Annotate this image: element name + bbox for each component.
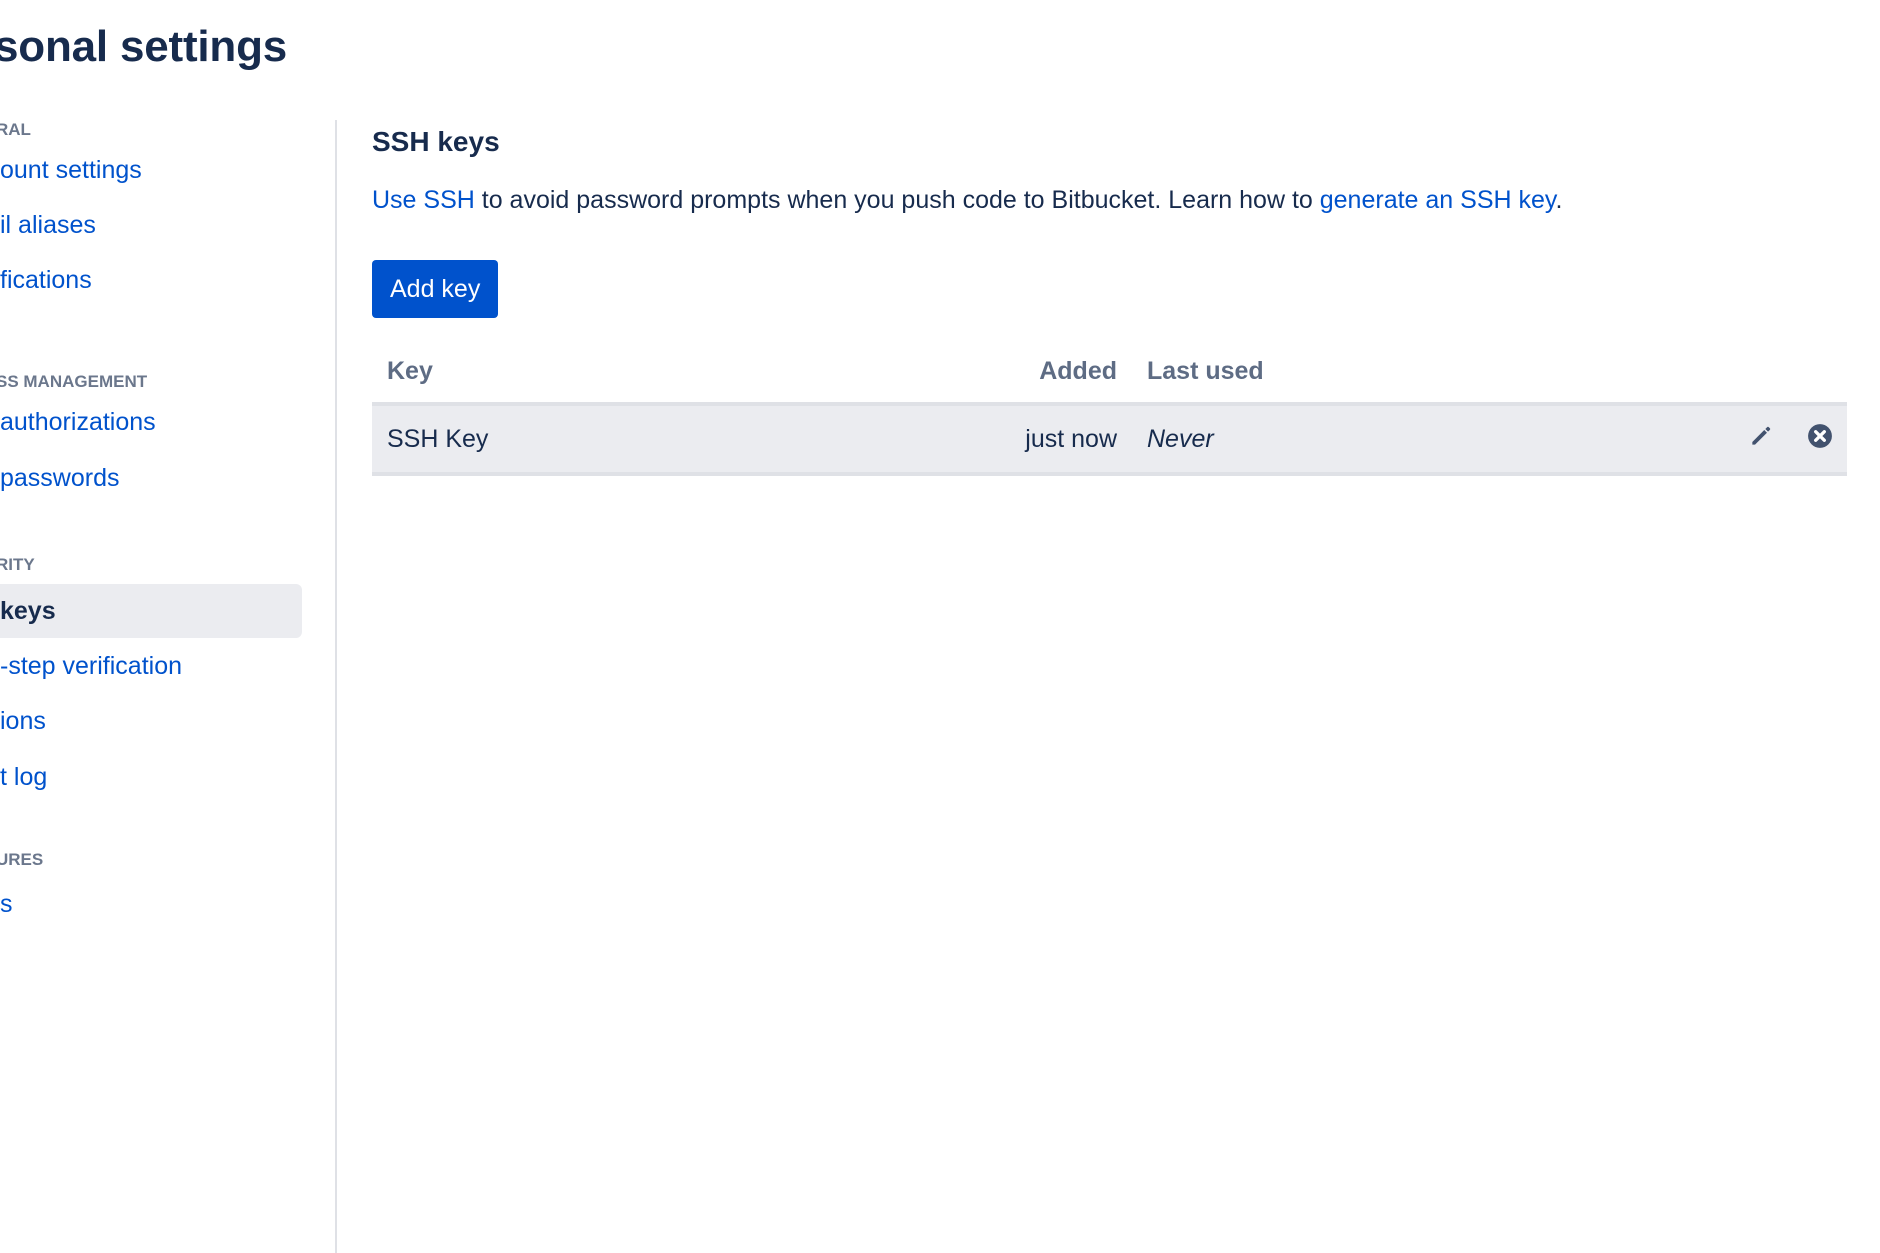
row-actions <box>1497 404 1847 476</box>
sidebar-item-notifications[interactable]: fications <box>0 253 302 307</box>
key-last-used: Never <box>1132 404 1498 476</box>
sidebar: RAL ount settings il aliases fications S… <box>0 120 337 1253</box>
sidebar-item-audit-log[interactable]: t log <box>0 750 302 804</box>
sidebar-item-oauth-authorizations[interactable]: authorizations <box>0 395 302 449</box>
use-ssh-link[interactable]: Use SSH <box>372 186 475 214</box>
sidebar-item-email-aliases[interactable]: il aliases <box>0 198 302 252</box>
key-added: just now <box>1002 404 1132 476</box>
sidebar-item-two-step-verification[interactable]: -step verification <box>0 639 302 693</box>
sidebar-item-ssh-keys[interactable]: keys <box>0 584 302 638</box>
remove-icon[interactable] <box>1807 423 1833 456</box>
column-header-last-used: Last used <box>1132 340 1498 406</box>
sidebar-section-security: RITY <box>0 555 35 574</box>
description-period: . <box>1555 186 1563 214</box>
sidebar-section-features: URES <box>0 850 44 869</box>
sidebar-section-access-management: SS MANAGEMENT <box>0 372 148 391</box>
ssh-keys-table: Key Added Last used SSH Key just now Nev… <box>372 340 1847 476</box>
table-row: SSH Key just now Never <box>372 404 1847 476</box>
column-header-key: Key <box>372 340 1002 406</box>
sidebar-item-labs[interactable]: s <box>0 877 302 931</box>
edit-icon[interactable] <box>1748 423 1774 456</box>
sidebar-section-general: RAL <box>0 120 31 139</box>
add-key-button[interactable]: Add key <box>372 260 499 318</box>
key-label: SSH Key <box>372 404 1002 476</box>
sidebar-item-account-settings[interactable]: ount settings <box>0 143 302 197</box>
column-header-added: Added <box>1002 340 1132 406</box>
description: Use SSH to avoid password prompts when y… <box>372 186 1563 215</box>
sidebar-item-app-passwords[interactable]: passwords <box>0 451 302 505</box>
page-title: sonal settings <box>0 22 288 71</box>
section-title: SSH keys <box>372 126 500 157</box>
description-text: to avoid password prompts when you push … <box>474 186 1320 214</box>
sidebar-item-sessions[interactable]: ions <box>0 694 302 748</box>
table-header-row: Key Added Last used <box>372 340 1847 406</box>
generate-ssh-key-link[interactable]: generate an SSH key <box>1320 186 1556 214</box>
column-header-actions <box>1497 340 1847 406</box>
